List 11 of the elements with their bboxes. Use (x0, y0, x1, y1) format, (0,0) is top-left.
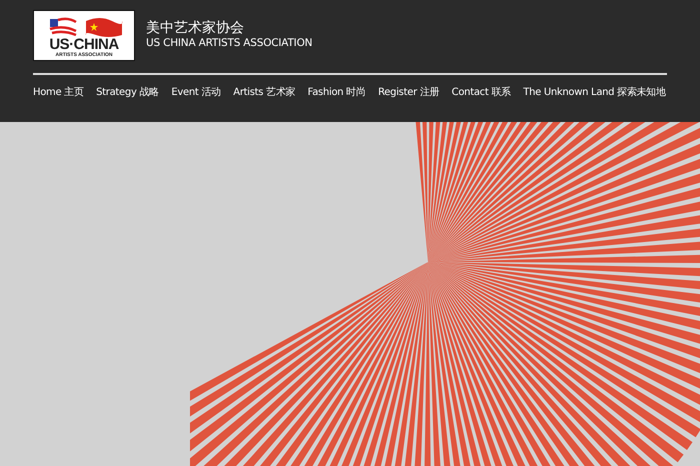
nav-link[interactable]: Home 主页 (33, 85, 84, 99)
nav-link[interactable]: Contact 联系 (452, 85, 511, 99)
nav-link[interactable]: The Unknown Land 探索未知地 (523, 85, 666, 99)
logo-wordmark: US·CHINA (49, 37, 119, 52)
site-title: 美中艺术家协会 (146, 20, 245, 38)
nav-link[interactable]: Fashion 时尚 (308, 85, 366, 99)
nav-link[interactable]: Artists 艺术家 (233, 85, 296, 99)
nav-link[interactable]: Strategy 战略 (96, 85, 159, 99)
site-subtitle: US CHINA ARTISTS ASSOCIATION (146, 37, 312, 51)
nav-link[interactable]: Event 活动 (171, 85, 221, 99)
nav-link[interactable]: Register 注册 (378, 85, 440, 99)
